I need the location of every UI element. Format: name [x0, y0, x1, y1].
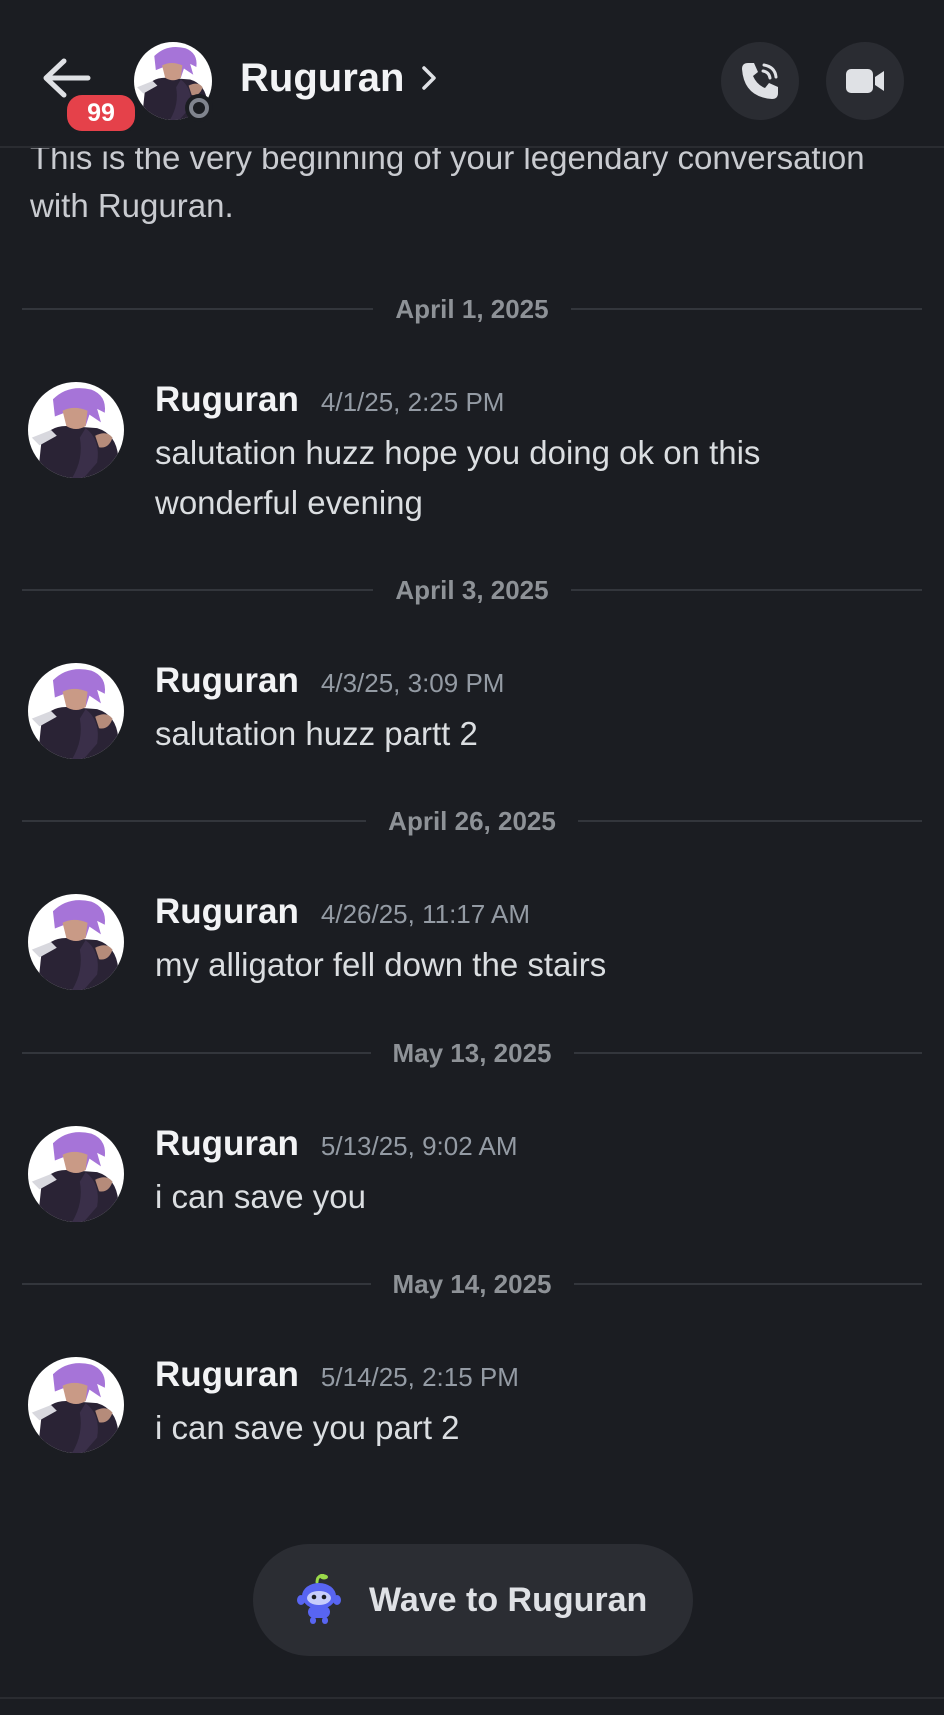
date-divider: April 1, 2025 [22, 289, 923, 329]
wumpus-wave-icon [297, 1574, 341, 1624]
message-header: Ruguran 4/26/25, 11:17 AM [155, 892, 530, 932]
divider-line [570, 589, 923, 591]
message-author[interactable]: Ruguran [155, 1355, 299, 1395]
message-header: Ruguran 4/1/25, 2:25 PM [155, 380, 504, 420]
bottom-divider [0, 1697, 944, 1699]
message-header: Ruguran 4/3/25, 3:09 PM [155, 661, 504, 701]
message-author[interactable]: Ruguran [155, 661, 299, 701]
divider-line [22, 308, 374, 310]
date-label: April 3, 2025 [395, 574, 549, 605]
date-label: May 13, 2025 [392, 1037, 552, 1068]
message-avatar[interactable] [28, 663, 124, 759]
date-divider: April 3, 2025 [22, 570, 923, 610]
message-header: Ruguran 5/13/25, 9:02 AM [155, 1124, 517, 1164]
divider-line [573, 1052, 923, 1054]
date-label: April 1, 2025 [395, 293, 549, 324]
message-text: salutation huzz partt 2 [155, 715, 478, 752]
message-timestamp: 4/1/25, 2:25 PM [320, 387, 505, 417]
avatar-image [28, 663, 124, 759]
date-label: April 26, 2025 [388, 805, 556, 836]
message-timestamp: 4/26/25, 11:17 AM [320, 899, 531, 929]
avatar-image [28, 1357, 124, 1453]
divider-line [22, 589, 374, 591]
divider-line [570, 308, 923, 310]
avatar-image [28, 894, 124, 990]
message-author[interactable]: Ruguran [155, 1124, 299, 1164]
date-divider: May 14, 2025 [22, 1264, 923, 1304]
wave-button[interactable]: Wave to Ruguran [253, 1544, 693, 1656]
message-text: my alligator fell down the stairs [155, 946, 607, 983]
message-text: i can save you part 2 [155, 1409, 460, 1446]
date-divider: May 13, 2025 [22, 1033, 923, 1073]
top-bar: 99 Ruguran [0, 0, 944, 148]
wave-button-label: Wave to Ruguran [369, 1580, 648, 1619]
message-avatar[interactable] [28, 382, 124, 478]
divider-line [22, 820, 367, 822]
message-item[interactable]: Ruguran 5/14/25, 2:15 PM i can save you … [28, 1355, 918, 1457]
conversation-name: Ruguran [240, 56, 405, 100]
divider-line [22, 1283, 371, 1285]
message-item[interactable]: Ruguran 5/13/25, 9:02 AM i can save you [28, 1124, 918, 1226]
message-avatar[interactable] [28, 894, 124, 990]
message-text: salutation huzz hope you doing ok on thi… [155, 434, 761, 521]
message-author[interactable]: Ruguran [155, 380, 299, 420]
divider-line [573, 1283, 923, 1285]
message-item[interactable]: Ruguran 4/26/25, 11:17 AM my alligator f… [28, 892, 918, 994]
offline-status-icon [185, 94, 213, 122]
voice-call-button[interactable] [721, 42, 799, 120]
message-avatar[interactable] [28, 1357, 124, 1453]
avatar-image [28, 1126, 124, 1222]
message-author[interactable]: Ruguran [155, 892, 299, 932]
message-timestamp: 5/14/25, 2:15 PM [320, 1362, 519, 1392]
message-timestamp: 4/3/25, 3:09 PM [320, 668, 505, 698]
phone-call-icon [742, 63, 778, 99]
message-item[interactable]: Ruguran 4/1/25, 2:25 PM salutation huzz … [28, 380, 918, 522]
divider-line [577, 820, 922, 822]
message-text: i can save you [155, 1178, 366, 1215]
date-divider: April 26, 2025 [22, 801, 922, 841]
message-item[interactable]: Ruguran 4/3/25, 3:09 PM salutation huzz … [28, 661, 918, 763]
unread-count-badge: 99 [64, 92, 138, 134]
video-camera-icon [846, 69, 884, 93]
message-timestamp: 5/13/25, 9:02 AM [320, 1131, 518, 1161]
chevron-right-icon [422, 66, 437, 90]
video-call-button[interactable] [826, 42, 904, 120]
conversation-title[interactable]: Ruguran [240, 52, 442, 104]
date-label: May 14, 2025 [392, 1268, 552, 1299]
conversation-intro-text: This is the very beginning of your legen… [30, 139, 865, 224]
divider-line [22, 1052, 371, 1054]
message-header: Ruguran 5/14/25, 2:15 PM [155, 1355, 519, 1395]
avatar-image [28, 382, 124, 478]
message-avatar[interactable] [28, 1126, 124, 1222]
